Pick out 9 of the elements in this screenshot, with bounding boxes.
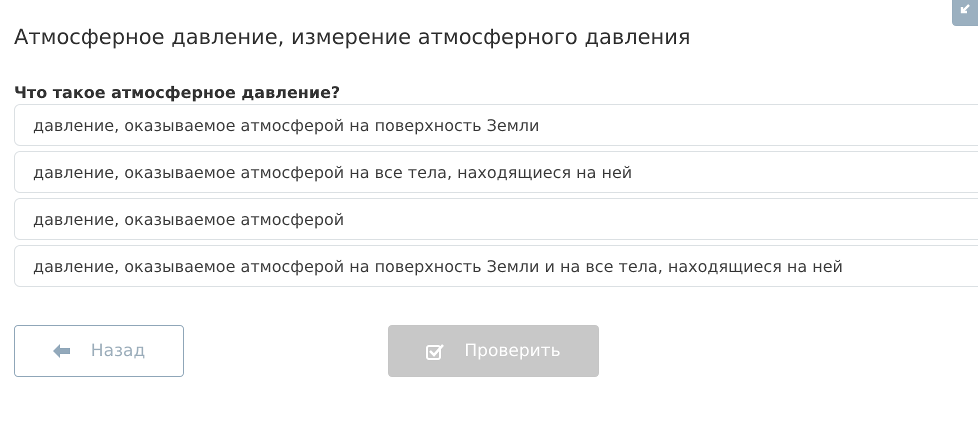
question-text: Что такое атмосферное давление?	[14, 83, 342, 102]
answer-option[interactable]: давление, оказываемое атмосферой на все тела, находящиеся на ней	[14, 151, 978, 193]
page-title: Атмосферное давление, измерение атмосферного давления	[14, 25, 691, 49]
arrow-left-icon	[52, 344, 71, 358]
answer-option[interactable]: давление, оказываемое атмосферой на поверхность Земли и на все тела, находящиеся на ней	[14, 245, 978, 287]
answer-option[interactable]: давление, оказываемое атмосферой на поверхность Земли	[14, 104, 978, 146]
arrow-icon	[960, 4, 970, 14]
checkbox-icon	[426, 342, 444, 360]
answer-option[interactable]: давление, оказываемое атмосферой	[14, 198, 978, 240]
